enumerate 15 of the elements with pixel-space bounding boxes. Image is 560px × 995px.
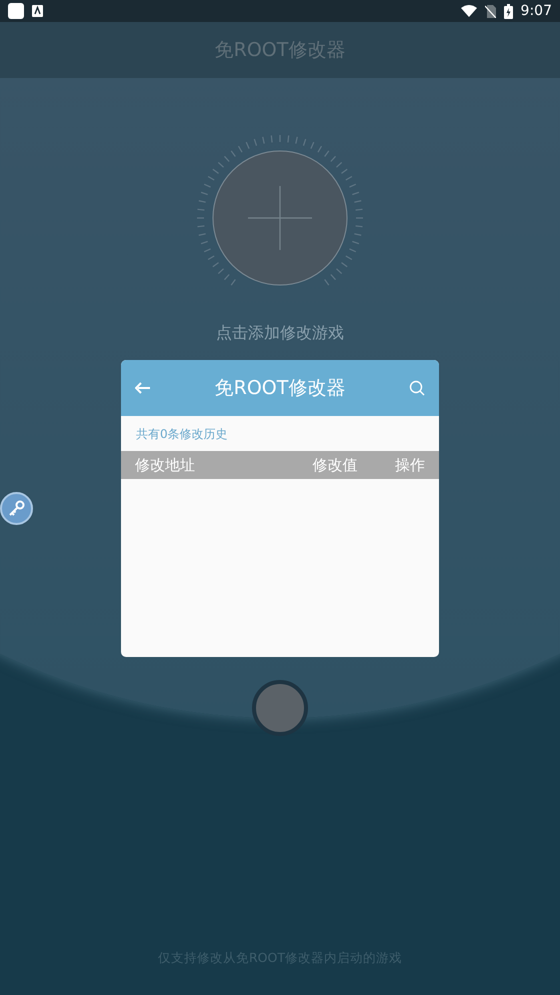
no-sim-icon [484,4,496,18]
column-header: 修改值 [312,456,358,474]
battery-icon [504,4,513,18]
key-icon [6,498,26,518]
dialog-title: 免ROOT修改器 [214,376,346,401]
app-notification-icon [32,5,43,17]
history-count: 共有0条修改历史 [135,426,229,443]
column-header: 操作 [394,456,425,474]
back-icon[interactable] [135,382,151,394]
notification-icon [8,3,24,19]
wifi-icon [460,5,477,17]
add-game-prompt: 点击添加修改游戏 [216,323,344,344]
column-header: 修改地址 [135,456,196,474]
search-icon[interactable] [409,380,425,396]
clock: 9:07 [520,3,552,19]
